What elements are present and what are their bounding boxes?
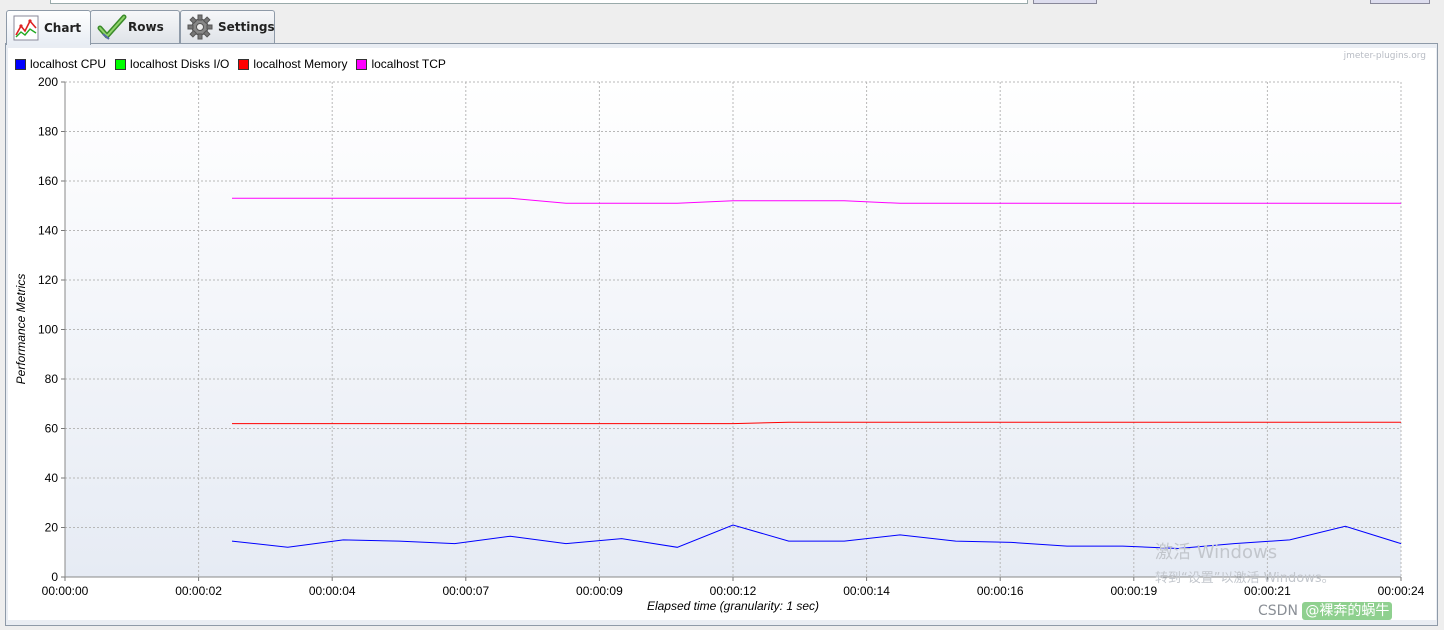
x-tick-label: 00:00:16 — [977, 584, 1024, 598]
x-tick-label: 00:00:12 — [710, 584, 757, 598]
x-tick-label: 00:00:09 — [576, 584, 623, 598]
y-tick-label: 120 — [38, 273, 58, 287]
y-tick-label: 100 — [38, 323, 58, 337]
windows-activation-subtitle: 转到“设置”以激活 Windows。 — [1155, 571, 1335, 586]
y-tick-label: 140 — [38, 224, 58, 238]
x-tick-label: 00:00:04 — [309, 584, 356, 598]
x-tick-label: 00:00:14 — [843, 584, 890, 598]
windows-activation-title: 激活 Windows — [1155, 542, 1278, 563]
csdn-watermark: CSDN @裸奔的蜗牛 — [1258, 600, 1393, 620]
y-tick-label: 160 — [38, 174, 58, 188]
y-tick-label: 80 — [45, 372, 59, 386]
y-tick-label: 20 — [45, 521, 59, 535]
y-tick-label: 180 — [38, 125, 58, 139]
y-tick-label: 200 — [38, 75, 58, 89]
x-axis-label: Elapsed time (granularity: 1 sec) — [647, 599, 819, 613]
tab-chart-label: Chart — [44, 21, 82, 35]
line-chart-icon — [13, 15, 39, 41]
x-tick-label: 00:00:02 — [175, 584, 222, 598]
x-tick-label: 00:00:07 — [442, 584, 489, 598]
x-tick-label: 00:00:00 — [42, 584, 89, 598]
y-axis-label: Performance Metrics — [14, 274, 28, 385]
y-tick-label: 0 — [51, 570, 58, 584]
csdn-author: @裸奔的蜗牛 — [1302, 602, 1393, 620]
y-tick-label: 60 — [45, 422, 59, 436]
csdn-prefix: CSDN — [1258, 603, 1303, 619]
x-tick-label: 00:00:21 — [1244, 584, 1291, 598]
x-tick-label: 00:00:24 — [1378, 584, 1425, 598]
x-tick-label: 00:00:19 — [1110, 584, 1157, 598]
performance-chart: 0 20 40 60 80 100 120 140 160 180 200 00:00:00 00:00… — [14, 75, 1425, 613]
tab-chart[interactable]: Chart — [6, 10, 91, 45]
windows-activation-watermark: 激活 Windows 转到“设置”以激活 Windows。 — [1155, 538, 1335, 586]
y-tick-label: 40 — [45, 471, 59, 485]
